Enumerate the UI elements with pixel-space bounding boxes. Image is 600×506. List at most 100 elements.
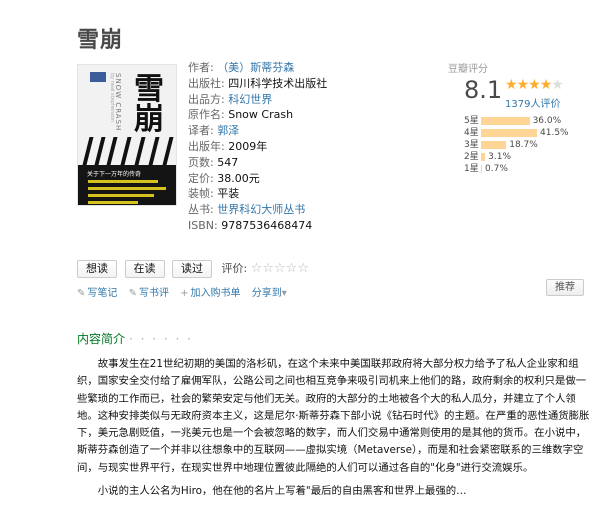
cover-band-line (88, 201, 138, 204)
write-review-label: 写书评 (138, 288, 169, 299)
translator-row: 译者: 郭泽 (188, 123, 327, 139)
original-title-label: 原作名: (188, 108, 225, 122)
author-label: 作者: (188, 61, 214, 74)
publisher-logo (90, 72, 106, 82)
isbn-row: ISBN: 9787536468474 (188, 218, 327, 234)
rate-label: 评价: (221, 262, 248, 275)
cover-graphic (134, 137, 146, 165)
write-note-label: 写笔记 (87, 288, 118, 299)
dist-star-label: 3星 (464, 140, 479, 150)
section-dots: · · · · · · (129, 332, 193, 346)
rating-title: 豆瓣评分 (448, 64, 488, 75)
dist-bar (481, 116, 530, 125)
chevron-down-icon: ▾ (281, 288, 287, 299)
rating-distribution: 5星 36.0% 4星 41.5% 3星 18.7% 2星 3.1% 1星 0.7% (464, 115, 569, 175)
dist-percent: 3.1% (488, 152, 512, 162)
book-intro: 故事发生在21世纪初期的美国的洛杉矶，在这个未来中美国联邦政府将大部分权力给予了… (77, 356, 593, 506)
reading-button[interactable]: 在读 (124, 260, 165, 278)
dist-percent: 36.0% (532, 116, 562, 126)
section-title: 内容简介 · · · · · · (77, 330, 193, 347)
rate-stars-input[interactable]: ☆☆☆☆☆ (251, 261, 309, 276)
rating-dist-row: 2星 3.1% (464, 151, 569, 163)
pencil-icon: ✎ (128, 288, 137, 299)
star-empty-icon: ★ (551, 77, 564, 93)
dist-star-label: 1星 (464, 164, 479, 174)
binding-label: 装帧: (188, 187, 214, 201)
translator-link[interactable]: 郭泽 (217, 124, 239, 137)
cover-band-text: 关于下一万年的传奇 (87, 171, 142, 178)
cover-graphic (82, 137, 94, 165)
year-label: 出版年: (188, 139, 225, 153)
price-label: 定价: (188, 171, 214, 185)
publisher-value: 四川科学技术出版社 (228, 76, 328, 90)
rating-box: 豆瓣评分 8.1 ★★★★★ 1379人评价 5星 36.0% 4星 41.5% 3… (448, 60, 593, 174)
producer-link[interactable]: 科幻世界 (228, 93, 272, 106)
cover-band-line (88, 187, 166, 190)
rating-dist-row: 4星 41.5% (464, 127, 569, 139)
rating-score: 8.1 (464, 76, 503, 104)
rating-dist-row: 3星 18.7% (464, 139, 569, 151)
pencil-icon: ✎ (77, 288, 86, 299)
dist-star-label: 5星 (464, 116, 479, 126)
share-label: 分享到 (251, 288, 282, 299)
pages-label: 页数: (188, 155, 214, 169)
tool-links: ✎ 写笔记 ✎ 写书评 + 加入购书单 分享到▾ (77, 284, 297, 299)
want-to-read-button[interactable]: 想读 (77, 260, 117, 278)
have-read-button[interactable]: 读过 (172, 260, 212, 278)
isbn-value: 9787536468474 (221, 218, 313, 232)
price-value: 38.00元 (217, 171, 260, 185)
producer-label: 出品方: (188, 92, 225, 106)
add-to-cart-label: 加入购书单 (190, 288, 241, 299)
page-title: 雪崩 (77, 28, 124, 53)
pages-row: 页数: 547 (188, 155, 327, 171)
cover-big-title: 雪崩 (134, 72, 164, 137)
publisher-label: 出版社: (188, 76, 225, 90)
cover-graphic (162, 137, 174, 165)
original-title-row: 原作名: Snow Crash (188, 107, 327, 123)
reading-actions: 想读 在读 读过 评价: ☆☆☆☆☆ (77, 260, 309, 278)
recommend-button[interactable]: 推荐 (546, 279, 584, 296)
book-info: 作者: （美）斯蒂芬森 出版社: 四川科学技术出版社 出品方: 科幻世界 原作名… (188, 60, 327, 234)
dist-bar (481, 164, 482, 173)
rating-dist-row: 5星 36.0% (464, 115, 569, 127)
year-row: 出版年: 2009年 (188, 139, 327, 155)
book-cover-image[interactable]: by neal stephenson SNOW CRASH 雪崩 关于下一万年的… (77, 64, 177, 206)
dist-bar (481, 128, 537, 137)
star-icon: ★ (505, 77, 518, 93)
star-icon: ★ (539, 77, 553, 93)
series-row: 丛书: 世界科幻大师丛书 (188, 202, 327, 218)
rating-stars: ★★★★★ (505, 77, 564, 93)
star-icon: ★ (516, 77, 530, 93)
rating-votes-link[interactable]: 1379人评价 (505, 95, 560, 110)
cover-graphic (94, 137, 106, 165)
series-link[interactable]: 世界科幻大师丛书 (217, 203, 305, 216)
publisher-row: 出版社: 四川科学技术出版社 (188, 76, 327, 92)
write-review-link[interactable]: ✎ 写书评 (129, 288, 169, 299)
cover-band-line (88, 180, 158, 183)
producer-row: 出品方: 科幻世界 (188, 92, 327, 108)
author-link[interactable]: （美）斯蒂芬森 (217, 61, 294, 74)
plus-icon: + (180, 288, 189, 299)
cover-graphic (120, 137, 132, 165)
dist-percent: 41.5% (540, 128, 569, 138)
cover-band-line (88, 194, 154, 197)
cover-english-title: SNOW CRASH (114, 73, 122, 132)
binding-value: 平装 (217, 187, 240, 201)
add-to-cart-link[interactable]: + 加入购书单 (180, 288, 240, 299)
dist-percent: 18.7% (509, 140, 538, 150)
rating-dist-row: 1星 0.7% (464, 163, 569, 175)
share-link[interactable]: 分享到▾ (252, 288, 289, 299)
translator-label: 译者: (188, 124, 214, 138)
cover-graphic (148, 137, 160, 165)
isbn-label: ISBN: (188, 218, 218, 232)
dist-bar (481, 152, 486, 161)
series-label: 丛书: (188, 203, 214, 217)
year-value: 2009年 (228, 139, 268, 153)
author-row: 作者: （美）斯蒂芬森 (188, 60, 327, 76)
original-title-value: Snow Crash (228, 108, 294, 122)
dist-star-label: 2星 (464, 152, 479, 162)
write-note-link[interactable]: ✎ 写笔记 (77, 288, 117, 299)
dist-star-label: 4星 (464, 128, 479, 138)
star-icon: ★ (528, 77, 541, 93)
dist-percent: 0.7% (485, 164, 508, 174)
